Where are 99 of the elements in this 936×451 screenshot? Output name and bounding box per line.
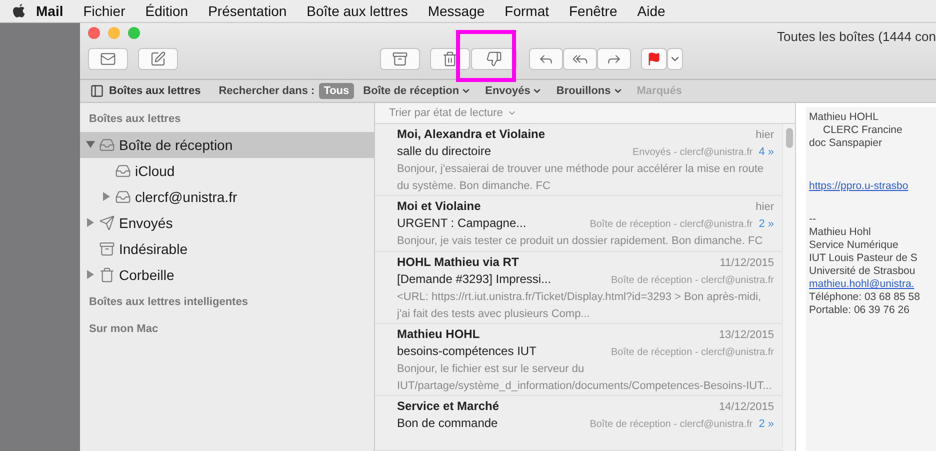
trash-icon xyxy=(99,267,115,283)
message-sender: Moi, Alexandra et Violaine xyxy=(397,127,546,141)
menu-item[interactable]: Format xyxy=(494,3,559,19)
message-row[interactable]: Mathieu HOHL 13/12/2015 besoins-compétences IUT Boîte de réception - clercf@unistra.fr Bonjour, le fichier est sur le serveur du IUT/partage/système_d_information/documents/Competences-Besoins-IUT... xyxy=(375,324,782,396)
junk-tray-icon xyxy=(99,241,115,257)
message-date: 14/12/2015 xyxy=(718,400,774,412)
disclosure-triangle-icon[interactable] xyxy=(86,140,95,148)
mailbox-label: clercf@unistra.fr xyxy=(135,189,238,205)
reply-button[interactable] xyxy=(529,48,563,70)
disclosure-triangle-icon[interactable] xyxy=(102,192,111,200)
menu-item[interactable]: Édition xyxy=(135,3,198,19)
mailbox-label: Indésirable xyxy=(119,241,188,257)
menu-item[interactable]: Présentation xyxy=(198,3,297,19)
app-menu[interactable]: Mail xyxy=(26,3,74,19)
mailbox-item[interactable]: Envoyés xyxy=(80,210,374,236)
get-mail-button[interactable] xyxy=(88,48,128,70)
inbox-icon xyxy=(115,163,131,179)
message-row[interactable] xyxy=(375,252,782,324)
email-link[interactable]: mathieu.hohl@unistra. xyxy=(809,278,936,291)
archive-icon xyxy=(392,51,408,67)
trash-icon xyxy=(442,51,458,67)
window-title: Toutes les boîtes (1444 con xyxy=(777,28,936,44)
thumbs-down-icon xyxy=(486,51,502,67)
paper-plane-icon xyxy=(99,215,115,231)
mailbox-label: Boîte de réception xyxy=(119,137,233,153)
mailbox-item[interactable]: Corbeille xyxy=(80,262,374,288)
message-sender: Service et Marché xyxy=(397,398,500,412)
preview-subject: doc Sanspapier xyxy=(809,137,883,150)
message-mailbox: Envoyés - clercf@unistra.fr xyxy=(632,147,753,158)
message-subject: salle du directoire xyxy=(397,144,492,158)
search-scope-label: Rechercher dans : xyxy=(218,85,315,97)
close-button[interactable] xyxy=(88,27,100,39)
preview-link[interactable]: https://ppro.u-strasbo xyxy=(809,180,936,193)
menu-item[interactable]: Message xyxy=(418,3,495,19)
apple-logo-icon[interactable] xyxy=(12,3,26,19)
menu-item[interactable]: Aide xyxy=(627,3,676,19)
message-mailbox: Boîte de réception - clercf@unistra.fr xyxy=(611,274,774,286)
message-mailbox: Boîte de réception - clercf@unistra.fr xyxy=(590,418,753,430)
delete-button[interactable] xyxy=(430,48,470,70)
phone-line: Téléphone: 03 68 85 58 xyxy=(809,291,921,304)
sidebar-heading[interactable]: Sur mon Mac xyxy=(80,321,374,342)
sidebar-heading[interactable]: Boîtes aux lettres xyxy=(80,111,374,132)
sidebar-heading[interactable]: Boîtes aux lettres intelligentes xyxy=(80,294,374,315)
flag-menu-button[interactable] xyxy=(667,48,683,70)
message-sender: Mathieu HOHL xyxy=(397,326,480,340)
message-sender: Moi et Violaine xyxy=(397,199,481,213)
mailbox-label: Envoyés xyxy=(119,215,173,231)
message-preview: Bonjour, le fichier est sur le serveur du IUT/partage/système_d_information/documents/Competences-Besoins-IUT... xyxy=(397,362,773,394)
message-subject: [Demande #3293] Impressi... xyxy=(397,272,552,286)
forward-button[interactable] xyxy=(597,48,631,70)
flag-button[interactable] xyxy=(641,48,667,70)
signature-line: Université de Strasbou xyxy=(809,265,916,278)
signature-line: Mathieu Hohl xyxy=(809,226,872,239)
message-subject: besoins-compétences IUT xyxy=(397,344,536,358)
menu-item[interactable]: Fichier xyxy=(73,3,136,19)
signature-line: IUT Louis Pasteur de S xyxy=(809,252,918,265)
mailbox-label: iCloud xyxy=(135,163,175,179)
scope-tab[interactable]: Envoyés xyxy=(480,83,548,99)
message-row[interactable]: Service et Marché 14/12/2015 Bon de commande Boîte de réception - clercf@unistra.fr 2 » xyxy=(375,396,782,451)
preview-recipient: CLERC Francine xyxy=(822,124,904,137)
message-date: 13/12/2015 xyxy=(718,328,774,340)
mailbox-item[interactable]: Indésirable xyxy=(80,236,374,262)
scope-tab[interactable]: Boîte de réception xyxy=(358,83,476,99)
message-date: hier xyxy=(756,201,774,213)
phone-line: Portable: 06 39 76 26 xyxy=(809,304,910,317)
message-sender: HOHL Mathieu via RT xyxy=(397,254,519,268)
menu-item[interactable]: Fenêtre xyxy=(559,3,628,19)
message-mailbox: Boîte de réception - clercf@unistra.fr xyxy=(611,346,774,358)
archive-button[interactable] xyxy=(380,48,420,70)
mailbox-label: Corbeille xyxy=(119,267,174,283)
preview-sender: Mathieu HOHL xyxy=(809,111,880,124)
junk-button[interactable] xyxy=(471,48,517,70)
scrollbar-thumb[interactable] xyxy=(786,128,792,148)
signature-line: -- xyxy=(809,213,817,226)
message-mailbox: Boîte de réception - clercf@unistra.fr xyxy=(590,219,753,230)
compose-button[interactable] xyxy=(138,48,178,70)
message-subject: URGENT : Campagne... xyxy=(397,216,526,230)
disclosure-triangle-icon[interactable] xyxy=(86,270,95,278)
mailbox-item[interactable]: Boîte de réception xyxy=(80,132,374,158)
flag-icon xyxy=(647,52,661,66)
disclosure-triangle-icon[interactable] xyxy=(86,218,95,226)
message-date: 11/12/2015 xyxy=(720,256,774,268)
sidebar-icon xyxy=(90,84,104,98)
message-subject: Bon de commande xyxy=(397,416,498,430)
mailboxes-button[interactable]: Boîtes aux lettres xyxy=(90,84,201,98)
inbox-icon xyxy=(115,189,131,205)
message-preview: <URL: https://rt.iut.unistra.fr/Ticket/Display.html?id=3293 > Bon après-midi, j'ai fait des tests avec plusieurs Comp... xyxy=(397,290,762,322)
message-row[interactable]: Moi et Violaine hier URGENT : Campagne... Boîte de réception - clercf@unistra.fr 2 » Bonjour, je vais tester ce produit un dossier rapidement. Bon dimanche. FC xyxy=(375,196,782,252)
menu-item[interactable]: Boîte aux lettres xyxy=(296,3,418,19)
envelope-icon xyxy=(100,51,116,67)
inbox-icon xyxy=(99,137,115,153)
message-date: hier xyxy=(756,129,774,141)
scope-tab[interactable]: Brouillons xyxy=(551,83,628,99)
compose-icon xyxy=(150,51,166,67)
mailbox-item[interactable]: clercf@unistra.fr xyxy=(80,184,374,210)
signature-line: Service Numérique xyxy=(809,239,900,252)
reply-all-button[interactable] xyxy=(563,48,597,70)
mailbox-item[interactable]: iCloud xyxy=(80,158,374,184)
message-preview: Bonjour, je vais tester ce produit un dossier rapidement. Bon dimanche. FC xyxy=(397,234,764,249)
